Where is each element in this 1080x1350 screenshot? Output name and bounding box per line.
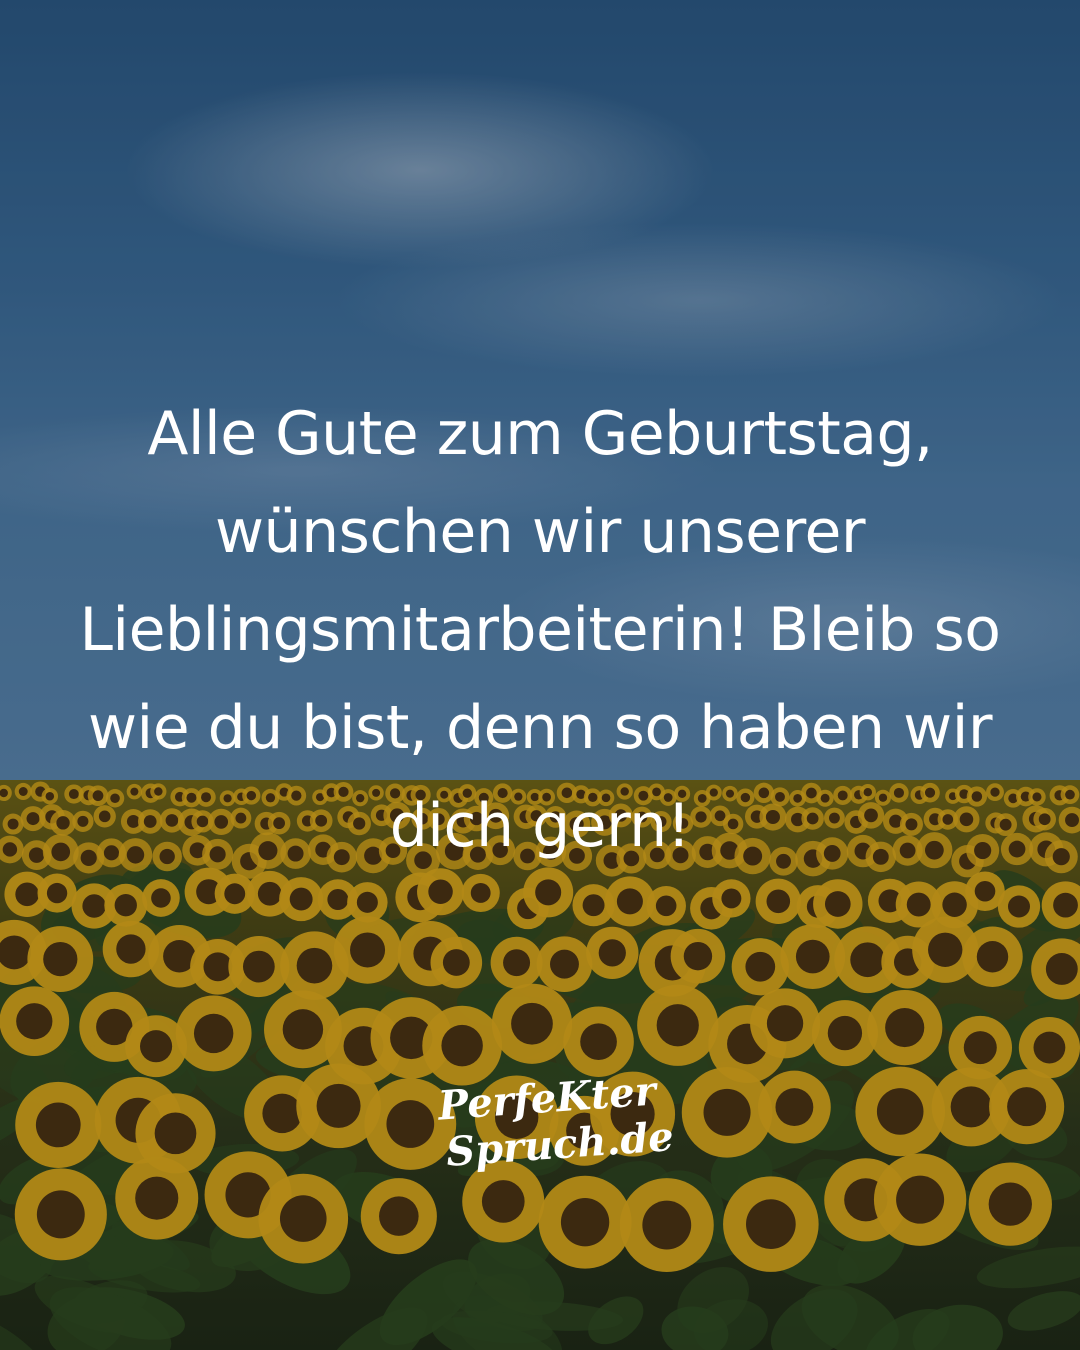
quote-line: Lieblingsmitarbeiterin! Bleib so [79,595,1001,665]
quote-text: Alle Gute zum Geburtstag, wünschen wir u… [40,385,1040,875]
quote-line: Alle Gute zum Geburtstag, [147,399,933,469]
quote-line: wie du bist, denn so haben wir [87,693,993,763]
brand-logo: PerfeKter Spruch.de [420,1067,676,1185]
quote-line: dich gern! [389,791,691,861]
background-photo: Alle Gute zum Geburtstag, wünschen wir u… [0,0,1080,1350]
quote-line: wünschen wir unserer [214,497,866,567]
